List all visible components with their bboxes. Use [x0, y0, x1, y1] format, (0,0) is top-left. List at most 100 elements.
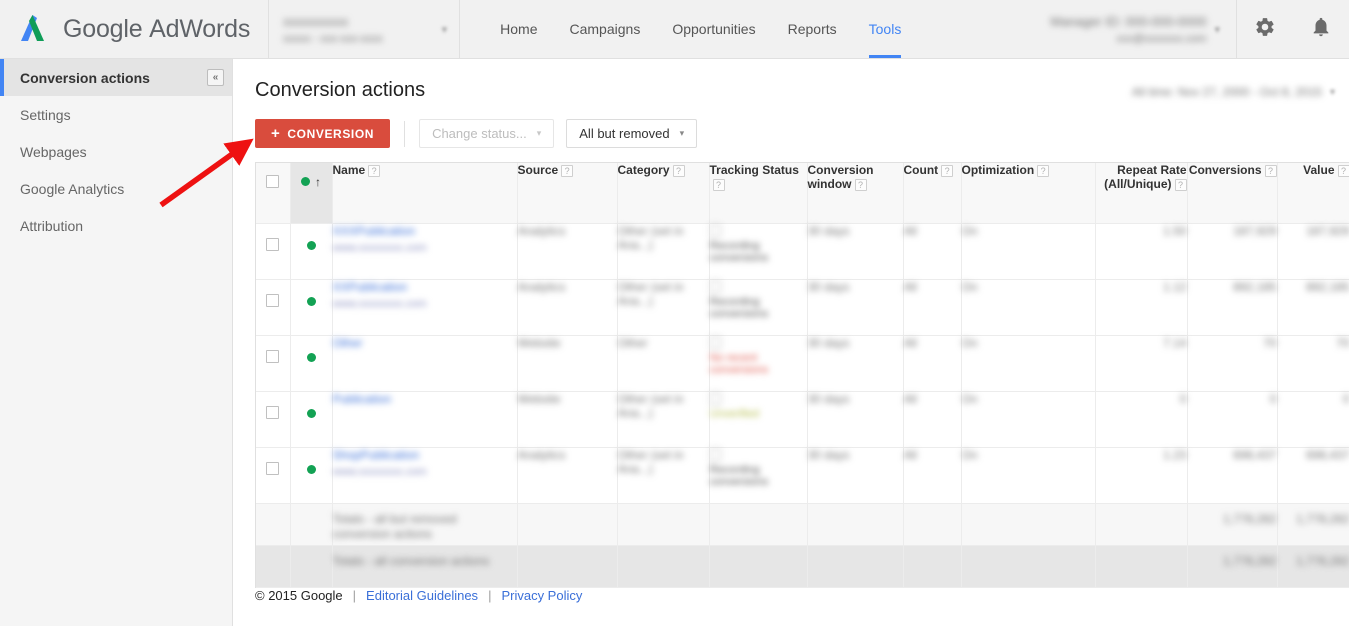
chevron-down-icon[interactable]: ▾ — [442, 23, 448, 36]
header-conversions[interactable]: Conversions? — [1187, 163, 1278, 224]
sidebar-item-webpages[interactable]: Webpages — [0, 133, 232, 170]
row-source-cell: Analytics — [517, 223, 618, 280]
collapse-sidebar-button[interactable]: « — [207, 69, 224, 86]
row-name-cell[interactable]: ShopPublication www.xxxxxxxx.com — [332, 447, 518, 504]
conversion-name-link[interactable]: XXXPublication — [333, 224, 517, 238]
help-icon[interactable]: ? — [368, 164, 381, 177]
table-row[interactable]: ShopPublication www.xxxxxxxx.com Analyti… — [256, 447, 1349, 504]
totals-empty-cell — [617, 545, 710, 588]
manager-account-selector[interactable]: Manager ID: 000-000-0000 xxx@xxxxxxx.com… — [1050, 0, 1237, 58]
header-category[interactable]: Category? — [617, 163, 710, 224]
header-repeat-rate[interactable]: Repeat Rate (All/Unique)? — [1095, 163, 1188, 224]
header-tracking-status[interactable]: Tracking Status? — [709, 163, 808, 224]
conversion-window-value: 30 days — [807, 335, 850, 350]
chevron-down-icon[interactable]: ▾ — [1214, 23, 1220, 36]
row-conversions-cell: 70 — [1187, 335, 1278, 392]
help-icon[interactable]: ? — [1037, 164, 1050, 177]
row-select-cell[interactable] — [256, 447, 291, 504]
date-range-selector[interactable]: All time: Nov 27, 2000 - Oct 8, 2015 ▾ — [1132, 85, 1335, 99]
select-all-header[interactable] — [256, 163, 291, 224]
tracking-block: Recording conversions — [709, 447, 807, 488]
row-select-cell[interactable] — [256, 223, 291, 280]
header-name[interactable]: Name? — [332, 163, 518, 224]
chevron-down-icon: ▾ — [536, 128, 542, 138]
nav-item-home[interactable]: Home — [484, 0, 553, 58]
change-status-dropdown[interactable]: Change status... ▾ — [419, 119, 555, 148]
row-name-cell[interactable]: XXPublication www.xxxxxxxx.com — [332, 279, 518, 336]
sidebar-item-google-analytics[interactable]: Google Analytics — [0, 170, 232, 207]
category-value: Other (set in Ana...) — [617, 447, 684, 476]
sidebar-item-conversion-actions[interactable]: Conversion actions « — [0, 59, 232, 96]
row-category-cell: Other (set in Ana...) — [617, 391, 710, 448]
conversion-window-value: 30 days — [807, 391, 850, 406]
date-range-label: All time: Nov 27, 2000 - Oct 8, 2015 — [1131, 85, 1322, 99]
sidebar-item-label: Google Analytics — [20, 180, 125, 197]
conversion-name-link[interactable]: ShopPublication — [333, 448, 517, 462]
sidebar-item-label: Attribution — [20, 217, 84, 234]
tracking-block: Recording conversions — [709, 223, 807, 264]
help-icon[interactable]: ? — [712, 178, 725, 191]
row-name-cell[interactable]: XXXPublication www.xxxxxxxx.com — [332, 223, 518, 280]
row-select-cell[interactable] — [256, 335, 291, 392]
row-checkbox[interactable] — [266, 293, 280, 307]
row-checkbox[interactable] — [266, 349, 280, 363]
help-icon[interactable]: ? — [941, 164, 954, 177]
status-dot-icon — [306, 352, 316, 362]
settings-button[interactable] — [1237, 0, 1293, 58]
help-icon[interactable]: ? — [561, 164, 574, 177]
header-conversion-window[interactable]: Conversion window? — [807, 163, 904, 224]
help-icon[interactable]: ? — [672, 164, 685, 177]
conversion-name-link[interactable]: XXPublication — [333, 280, 517, 294]
adwords-logo[interactable]: Google AdWords — [0, 0, 268, 58]
name-block: Publication — [333, 392, 517, 410]
add-conversion-button[interactable]: + CONVERSION — [255, 119, 391, 148]
status-column-header[interactable]: ↑ — [290, 163, 333, 224]
nav-item-reports[interactable]: Reports — [772, 0, 853, 58]
row-select-cell[interactable] — [256, 279, 291, 336]
add-conversion-label: CONVERSION — [287, 126, 375, 141]
row-name-cell[interactable]: Publication — [332, 391, 518, 448]
category-value: Other (set in Ana...) — [617, 391, 684, 420]
totals-conversions-cell: 1,778,282 — [1187, 545, 1278, 588]
toolbar-divider — [404, 120, 406, 147]
nav-label: Opportunities — [672, 21, 756, 37]
table-row[interactable]: Publication Website Other (set in Ana...… — [256, 391, 1349, 448]
row-checkbox[interactable] — [266, 461, 280, 475]
row-name-cell[interactable]: Other — [332, 335, 518, 392]
table-row[interactable]: XXXPublication www.xxxxxxxx.com Analytic… — [256, 223, 1349, 280]
header-optimization[interactable]: Optimization? — [961, 163, 1096, 224]
sidebar-item-settings[interactable]: Settings — [0, 96, 232, 133]
conversion-name-link[interactable]: Publication — [333, 392, 517, 406]
nav-item-opportunities[interactable]: Opportunities — [656, 0, 771, 58]
help-icon[interactable]: ? — [1337, 164, 1349, 177]
editorial-guidelines-link[interactable]: Editorial Guidelines — [366, 588, 478, 603]
row-checkbox[interactable] — [266, 237, 280, 251]
privacy-policy-link[interactable]: Privacy Policy — [501, 588, 582, 603]
nav-label: Home — [500, 21, 538, 37]
nav-item-campaigns[interactable]: Campaigns — [554, 0, 657, 58]
header-count[interactable]: Count? — [903, 163, 962, 224]
totals-spacer-cell — [290, 503, 333, 546]
header-value[interactable]: Value? — [1277, 163, 1349, 224]
row-status-cell — [290, 279, 333, 336]
conversion-name-link[interactable]: Other — [333, 336, 517, 350]
nav-item-tools[interactable]: Tools — [853, 0, 918, 58]
help-icon[interactable]: ? — [854, 178, 867, 191]
sidebar-item-attribution[interactable]: Attribution — [0, 207, 232, 244]
select-all-checkbox[interactable] — [266, 175, 280, 188]
table-row[interactable]: XXPublication www.xxxxxxxx.com Analytics… — [256, 279, 1349, 336]
filter-dropdown[interactable]: All but removed ▾ — [566, 119, 698, 148]
help-icon[interactable]: ? — [1264, 164, 1277, 177]
account-selector[interactable]: xxxxxxxxxx xxxxx - xxx-xxx-xxxx ▾ — [268, 0, 461, 58]
page-title: Conversion actions — [255, 79, 426, 101]
table-row[interactable]: Other Website Other No recent conversion… — [256, 335, 1349, 392]
row-select-cell[interactable] — [256, 391, 291, 448]
row-checkbox[interactable] — [266, 405, 280, 419]
row-repeat-rate-cell: 7.14 — [1095, 335, 1188, 392]
help-icon[interactable]: ? — [1174, 178, 1187, 191]
header-source[interactable]: Source? — [517, 163, 618, 224]
conversions-value: 0 — [1269, 391, 1277, 406]
notifications-button[interactable] — [1293, 0, 1349, 58]
sidebar-item-label: Settings — [20, 106, 71, 123]
table-header-row: ↑ Name? Source? Category? Tracking Statu… — [256, 163, 1349, 224]
